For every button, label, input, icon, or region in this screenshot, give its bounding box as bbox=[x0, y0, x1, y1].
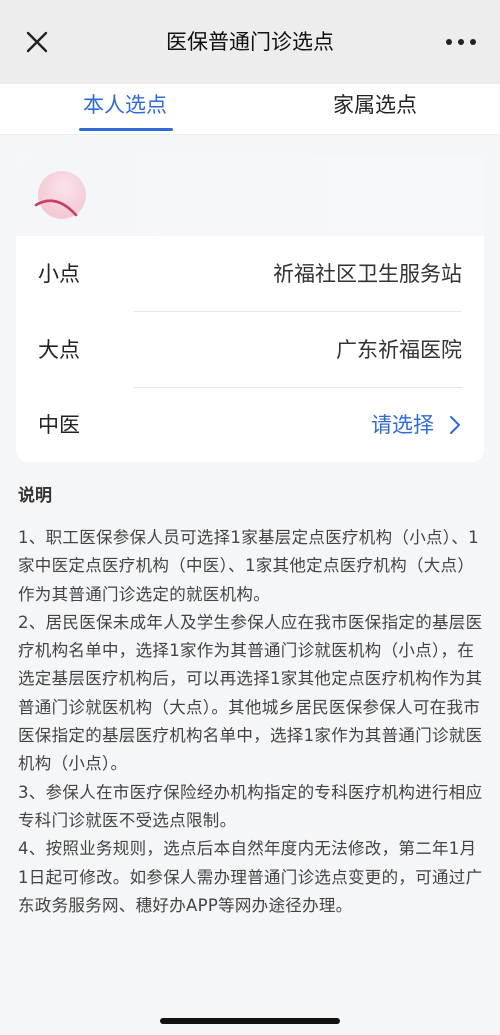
more-dot bbox=[446, 39, 452, 45]
chevron-right-icon bbox=[448, 414, 462, 436]
more-dot bbox=[470, 39, 476, 45]
row-small-point[interactable]: 小点 祈福社区卫生服务站 bbox=[16, 236, 484, 312]
row-value: 广东祈福医院 bbox=[336, 338, 462, 362]
note-item: 3、参保人在市医疗保险经办机构指定的专科医疗机构进行相应专科门诊就医不受选点限制… bbox=[18, 782, 483, 830]
note-item: 4、按照业务规则，选点后本自然年度内无法修改，第二年1月1日起可修改。如参保人需… bbox=[18, 839, 483, 915]
row-tcm-point[interactable]: 中医 请选择 bbox=[16, 387, 484, 462]
navigation-bar: 医保普通门诊选点 bbox=[0, 0, 500, 84]
close-icon[interactable] bbox=[22, 27, 52, 57]
notes-title: 说明 bbox=[18, 486, 52, 506]
page-title: 医保普通门诊选点 bbox=[166, 30, 334, 54]
notes-section: 说明 1、职工医保参保人员可选择1家基层定点医疗机构（小点）、1家中医定点医疗机… bbox=[18, 482, 486, 920]
select-link[interactable]: 请选择 bbox=[371, 387, 434, 462]
avatar bbox=[30, 167, 90, 223]
card-header bbox=[16, 155, 484, 236]
row-large-point[interactable]: 大点 广东祈福医院 bbox=[16, 312, 484, 388]
note-item: 2、居民医保未成年人及学生参保人应在我市医保指定的基层医疗机构名单中，选择1家作… bbox=[18, 612, 483, 774]
row-label: 小点 bbox=[38, 262, 80, 286]
tab-label: 本人选点 bbox=[83, 93, 167, 117]
active-tab-indicator bbox=[79, 128, 173, 131]
row-label: 大点 bbox=[38, 338, 80, 362]
tab-family-selection[interactable]: 家属选点 bbox=[250, 84, 500, 134]
more-dot bbox=[458, 39, 464, 45]
tab-self-selection[interactable]: 本人选点 bbox=[0, 84, 250, 134]
row-value: 祈福社区卫生服务站 bbox=[273, 262, 462, 286]
home-indicator bbox=[160, 1018, 340, 1024]
selection-card: 小点 祈福社区卫生服务站 大点 广东祈福医院 中医 请选择 bbox=[16, 155, 484, 462]
note-item: 1、职工医保参保人员可选择1家基层定点医疗机构（小点）、1家中医定点医疗机构（中… bbox=[18, 528, 479, 604]
more-icon[interactable] bbox=[446, 30, 476, 54]
tab-bar: 本人选点 家属选点 bbox=[0, 84, 500, 135]
tab-label: 家属选点 bbox=[333, 93, 417, 117]
row-label: 中医 bbox=[38, 413, 80, 437]
